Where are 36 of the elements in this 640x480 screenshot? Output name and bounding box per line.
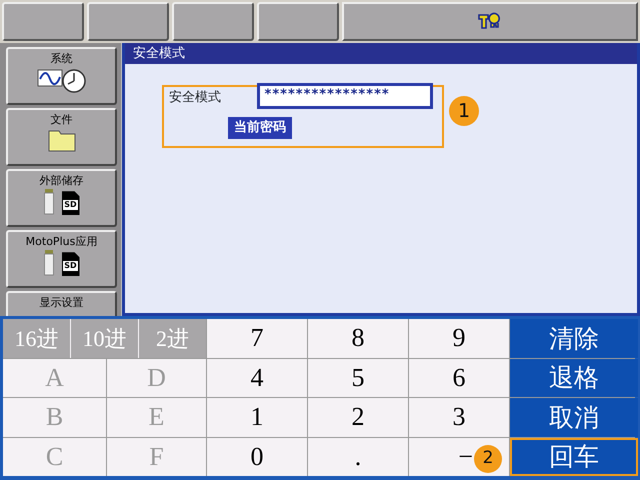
sidebar-button[interactable]: MotoPlus应用 SD <box>6 230 117 288</box>
keypad-key[interactable]: 2 <box>308 398 408 436</box>
sidebar-button[interactable]: 外部储存 SD <box>6 169 117 227</box>
keypad-key[interactable]: 取消 <box>510 398 638 436</box>
keypad-key[interactable]: 退格 <box>510 358 638 397</box>
folder-icon <box>48 128 76 152</box>
keypad-key[interactable]: . <box>308 438 408 476</box>
current-password-button[interactable]: 当前密码 <box>228 117 292 139</box>
keypad-key[interactable]: 回车 <box>510 438 638 476</box>
sidebar-button[interactable]: 系统 <box>6 47 117 105</box>
field-label: 安全模式 <box>169 89 221 107</box>
keypad-key[interactable]: 7 <box>207 319 307 358</box>
wave-clock-icon <box>36 67 86 94</box>
toolbar-button[interactable] <box>87 2 169 41</box>
keypad-key[interactable]: 5 <box>308 358 408 397</box>
sidebar-button[interactable]: 文件 <box>6 108 117 166</box>
keypad-key[interactable]: 6 <box>409 358 509 397</box>
toolbar-button[interactable] <box>172 2 254 41</box>
keypad-key[interactable]: 1 <box>207 398 307 436</box>
panel-title: 安全模式 <box>125 43 637 64</box>
sd-card-icon: SD <box>62 191 80 216</box>
keypad-key[interactable]: 8 <box>308 319 408 358</box>
password-field[interactable]: **************** <box>257 83 433 109</box>
keypad-key[interactable]: 0 <box>207 438 307 476</box>
toolbar-button[interactable] <box>2 2 84 41</box>
toolbar-button[interactable] <box>257 2 339 41</box>
keypad-key[interactable]: 清除 <box>510 319 638 358</box>
callout-number: 1 <box>449 96 479 126</box>
keypad-key[interactable]: 3 <box>409 398 509 436</box>
sd-card-icon: SD <box>62 252 80 276</box>
key-icon <box>478 12 502 30</box>
sidebar-button[interactable]: 显示设置 <box>6 291 117 316</box>
keypad-key[interactable]: 9 <box>409 319 509 358</box>
usb-drive-icon <box>44 250 54 276</box>
keypad-key[interactable]: 4 <box>207 358 307 397</box>
usb-drive-icon <box>44 189 54 216</box>
